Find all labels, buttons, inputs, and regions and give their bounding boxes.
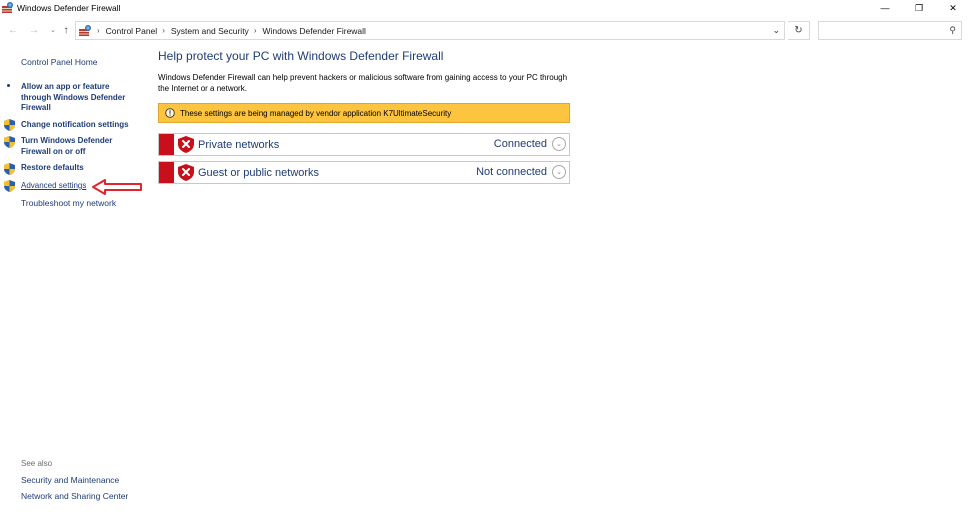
security-maintenance-link[interactable]: Security and Maintenance <box>21 475 119 485</box>
allow-app-link[interactable]: Allow an app or feature through Windows … <box>21 82 141 114</box>
page-description: Windows Defender Firewall can help preve… <box>158 73 568 93</box>
breadcrumb-separator[interactable]: › <box>162 26 165 35</box>
see-also-heading: See also <box>21 459 53 468</box>
change-notification-link[interactable]: Change notification settings <box>21 120 141 131</box>
page-title: Help protect your PC with Windows Defend… <box>158 49 444 63</box>
chevron-down-icon[interactable]: ⌄ <box>552 165 566 179</box>
breadcrumb-control-panel[interactable]: Control Panel <box>106 26 158 36</box>
managed-by-vendor-banner: These settings are being managed by vend… <box>158 103 570 123</box>
public-networks-row[interactable]: Guest or public networks Not connected ⌄ <box>158 161 570 184</box>
breadcrumb-separator[interactable]: › <box>254 26 257 35</box>
network-status: Not connected <box>476 166 547 178</box>
firewall-location-icon <box>79 24 91 36</box>
status-color-block <box>159 162 174 183</box>
control-panel-home-link[interactable]: Control Panel Home <box>21 57 98 67</box>
network-status: Connected <box>493 138 547 150</box>
network-name: Guest or public networks <box>198 166 320 179</box>
address-dropdown-icon[interactable]: ⌄ <box>772 25 780 36</box>
uac-shield-icon <box>4 180 15 192</box>
breadcrumb-separator: › <box>97 26 100 35</box>
banner-text: These settings are being managed by vend… <box>180 108 452 118</box>
search-input[interactable]: ⚲ <box>818 21 962 40</box>
close-button[interactable]: ✕ <box>938 0 968 16</box>
recent-locations-button[interactable]: ⌄ <box>46 23 60 37</box>
forward-button[interactable]: → <box>27 23 41 37</box>
breadcrumb-system-security[interactable]: System and Security <box>171 26 249 36</box>
minimize-button[interactable]: — <box>870 0 900 16</box>
uac-shield-icon <box>4 163 15 175</box>
warning-icon <box>165 108 175 118</box>
bullet-icon <box>7 84 10 87</box>
annotation-arrow-icon <box>92 179 142 195</box>
search-icon[interactable]: ⚲ <box>949 25 956 36</box>
breadcrumb-firewall[interactable]: Windows Defender Firewall <box>262 26 365 36</box>
left-pane: Control Panel Home Allow an app or featu… <box>0 40 150 516</box>
uac-shield-icon <box>4 119 15 131</box>
up-button[interactable]: ↑ <box>59 23 73 37</box>
refresh-button[interactable]: ↻ <box>788 21 810 40</box>
private-networks-row[interactable]: Private networks Connected ⌄ <box>158 133 570 156</box>
network-name: Private networks <box>198 138 280 151</box>
troubleshoot-network-link[interactable]: Troubleshoot my network <box>21 198 116 208</box>
address-bar[interactable]: › Control Panel › System and Security › … <box>75 21 785 40</box>
turn-firewall-on-off-link[interactable]: Turn Windows Defender Firewall on or off <box>21 136 131 157</box>
title-bar: Windows Defender Firewall — ❐ ✕ <box>0 0 970 16</box>
uac-shield-icon <box>4 136 15 148</box>
chevron-down-icon[interactable]: ⌄ <box>552 137 566 151</box>
firewall-off-shield-icon <box>178 164 194 181</box>
back-button[interactable]: ← <box>6 23 20 37</box>
firewall-off-shield-icon <box>178 136 194 153</box>
restore-defaults-link[interactable]: Restore defaults <box>21 163 141 174</box>
firewall-app-icon <box>2 2 13 13</box>
network-sharing-center-link[interactable]: Network and Sharing Center <box>21 491 128 501</box>
maximize-button[interactable]: ❐ <box>904 0 934 16</box>
status-color-block <box>159 134 174 155</box>
window-title: Windows Defender Firewall <box>17 3 121 13</box>
